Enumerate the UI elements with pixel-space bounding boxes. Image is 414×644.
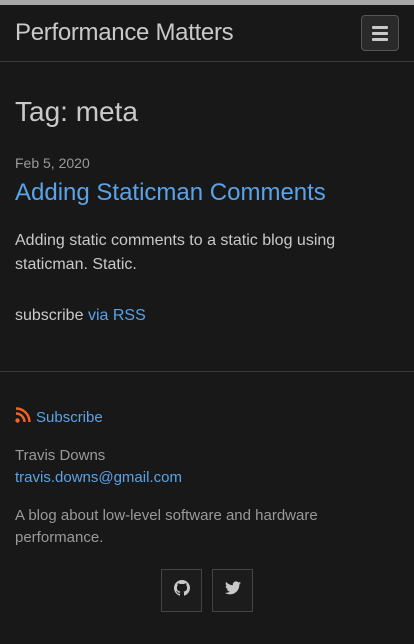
subscribe-line: subscribe via RSS [15,307,399,325]
post-title-link[interactable]: Adding Staticman Comments [15,179,326,207]
post-date: Feb 5, 2020 [15,155,90,171]
social-links [15,569,399,612]
author-name: Travis Downs [15,447,106,464]
list-item: Feb 5, 2020 Adding Staticman Comments Ad… [15,155,399,277]
main-content: Tag: meta Feb 5, 2020 Adding Staticman C… [0,96,414,325]
rss-link[interactable]: via RSS [88,307,146,324]
twitter-button[interactable] [212,569,253,612]
rss-icon [15,407,31,428]
menu-toggle-button[interactable] [361,15,399,51]
github-icon [173,580,190,601]
author-email-link[interactable]: travis.downs@gmail.com [15,469,182,486]
twitter-icon [224,581,241,600]
site-footer: Subscribe Travis Downs travis.downs@gmai… [0,371,414,612]
rss-subscribe: Subscribe [15,407,399,428]
post-excerpt: Adding static comments to a static blog … [15,232,336,273]
page-title: Tag: meta [15,96,138,127]
subscribe-link[interactable]: Subscribe [36,409,103,426]
hamburger-icon [372,25,388,29]
site-title[interactable]: Performance Matters [15,19,234,47]
github-button[interactable] [161,569,202,612]
subscribe-prefix: subscribe [15,307,84,324]
blog-description: A blog about low-level software and hard… [15,507,318,546]
post-list: Feb 5, 2020 Adding Staticman Comments Ad… [15,155,399,277]
site-header: Performance Matters [0,5,414,62]
